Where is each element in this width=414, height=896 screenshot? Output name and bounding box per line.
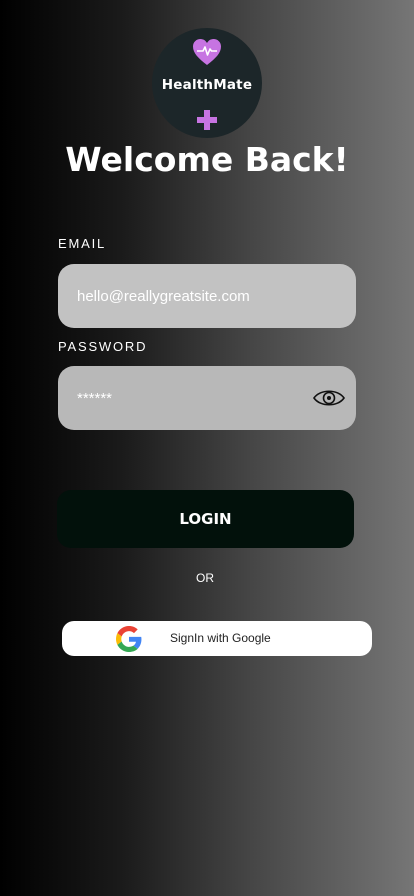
email-label: EMAIL xyxy=(58,236,107,251)
plus-icon xyxy=(197,110,217,130)
login-button[interactable]: LOGIN xyxy=(57,490,354,548)
password-label: PASSWORD xyxy=(58,339,148,354)
password-value: ****** xyxy=(77,389,113,407)
heart-pulse-icon xyxy=(193,39,221,65)
google-icon xyxy=(116,626,142,652)
eye-icon[interactable] xyxy=(313,387,345,409)
password-field[interactable]: ****** xyxy=(58,366,356,430)
app-logo: HealthMate xyxy=(152,28,262,138)
email-value: hello@reallygreatsite.com xyxy=(77,287,250,305)
email-field[interactable]: hello@reallygreatsite.com xyxy=(58,264,356,328)
google-signin-button[interactable]: SignIn with Google xyxy=(62,621,372,656)
logo-text: HealthMate xyxy=(161,77,253,93)
google-signin-label: SignIn with Google xyxy=(170,631,271,645)
page-title: Welcome Back! xyxy=(65,140,349,179)
or-separator: OR xyxy=(196,571,214,585)
